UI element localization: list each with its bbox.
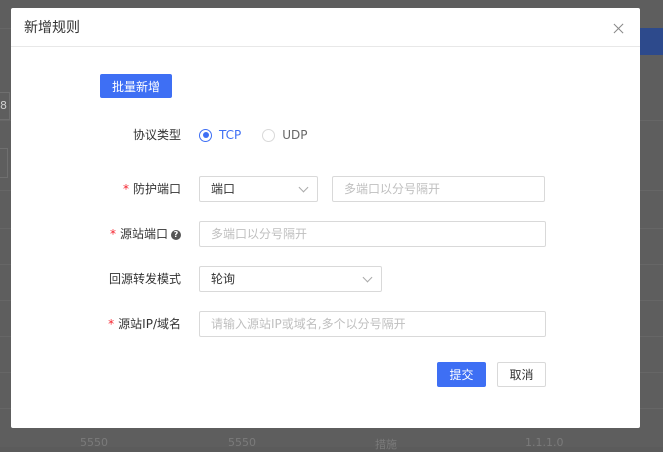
protect-port-input[interactable] [332, 176, 545, 202]
dialog-title: 新增规则 [24, 17, 80, 37]
origin-port-row: * 源站端口? [11, 221, 640, 247]
bg-cell: 5550 [228, 436, 256, 449]
close-icon[interactable] [613, 23, 624, 34]
origin-ip-label: * 源站IP/域名 [108, 311, 181, 337]
origin-ip-row: * 源站IP/域名 [11, 311, 640, 337]
bg-primary-button [640, 28, 663, 55]
bg-cell: 1.1.1.0 [525, 436, 563, 449]
protocol-radio-tcp[interactable]: TCP [199, 128, 241, 142]
dialog-header: 新增规则 [11, 8, 640, 47]
protocol-radio-group: TCP UDP [199, 122, 329, 148]
protect-port-type-select[interactable]: 端口 [199, 176, 318, 202]
add-rule-dialog: 新增规则 批量新增 协议类型 TCP UDP * 防护端口 端口 * 源站端口? [11, 8, 640, 428]
batch-add-button[interactable]: 批量新增 [100, 74, 172, 98]
submit-button[interactable]: 提交 [437, 362, 486, 387]
bg-left-cell: 8 [0, 92, 10, 120]
chevron-down-icon [299, 183, 309, 193]
origin-ip-input[interactable] [199, 311, 546, 337]
question-circle-icon[interactable]: ? [171, 230, 181, 240]
protocol-row: 协议类型 TCP UDP [11, 122, 640, 148]
forward-mode-row: 回源转发模式 轮询 [11, 266, 640, 292]
origin-port-label: * 源站端口? [110, 221, 181, 247]
origin-port-input[interactable] [199, 221, 546, 247]
forward-mode-select[interactable]: 轮询 [199, 266, 382, 292]
forward-mode-label: 回源转发模式 [109, 266, 181, 292]
chevron-down-icon [363, 273, 373, 283]
protocol-label: 协议类型 [133, 122, 181, 148]
bg-left-cell-text: 8 [0, 99, 7, 112]
select-value: 轮询 [211, 272, 235, 286]
cancel-button[interactable]: 取消 [497, 362, 546, 387]
radio-label: TCP [219, 128, 241, 142]
radio-label: UDP [282, 128, 307, 142]
bg-cell: 5550 [80, 436, 108, 449]
required-mark: * [110, 227, 116, 241]
origin-port-label-text: 源站端口 [120, 227, 168, 241]
bg-cell: 措施 [375, 436, 397, 452]
protect-port-label-text: 防护端口 [133, 182, 181, 196]
select-value: 端口 [211, 182, 235, 196]
protect-port-label: * 防护端口 [123, 176, 181, 202]
required-mark: * [123, 182, 129, 196]
required-mark: * [108, 317, 114, 331]
radio-checked-icon [199, 129, 212, 142]
protocol-radio-udp[interactable]: UDP [262, 128, 307, 142]
origin-ip-label-text: 源站IP/域名 [118, 317, 181, 331]
bg-left-input [0, 148, 8, 178]
radio-unchecked-icon [262, 129, 275, 142]
protect-port-row: * 防护端口 端口 [11, 176, 640, 202]
